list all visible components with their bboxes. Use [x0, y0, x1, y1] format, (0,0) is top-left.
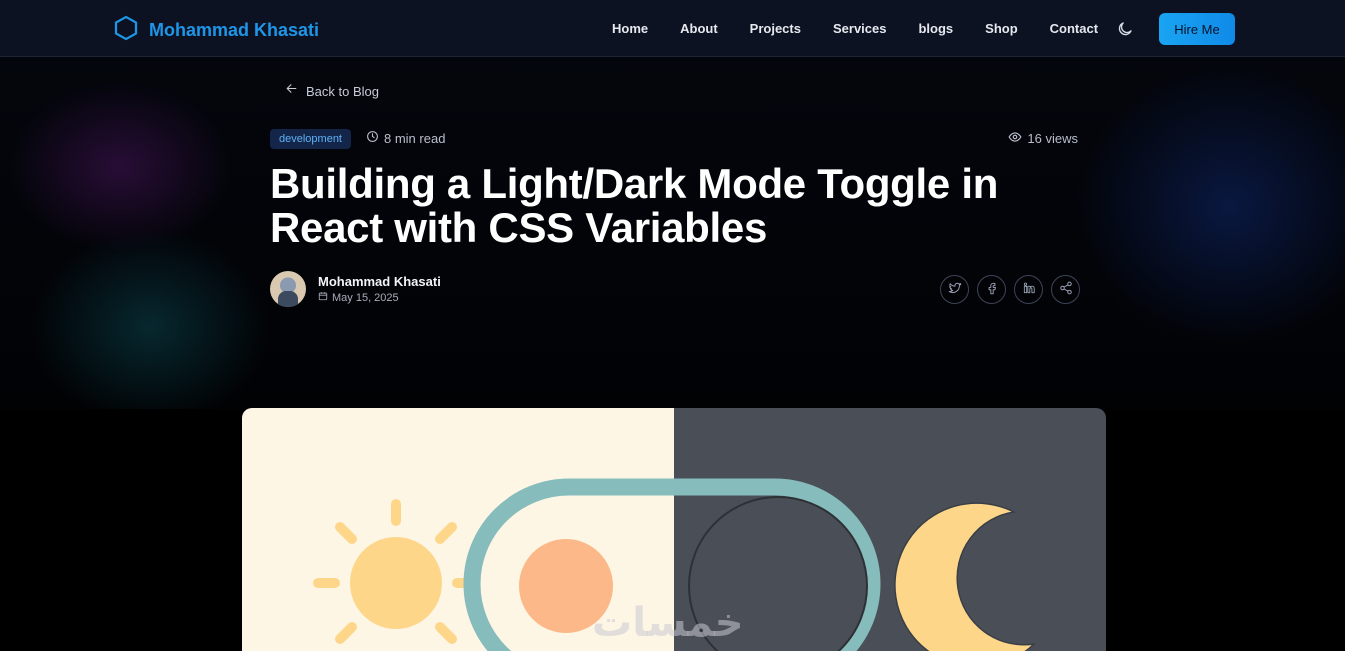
clock-icon	[366, 130, 379, 146]
arrow-left-icon	[285, 82, 298, 100]
view-count-label: 16 views	[1027, 131, 1078, 146]
read-time: 8 min read	[366, 130, 445, 146]
back-to-blog-link[interactable]: Back to Blog	[285, 82, 379, 100]
brand-logo-link[interactable]: Mohammad Khasati	[113, 15, 319, 46]
view-count: 16 views	[1008, 130, 1078, 147]
nav-shop[interactable]: Shop	[985, 21, 1018, 36]
post-meta: development 8 min read 16 views	[270, 129, 1078, 149]
watermark-text: خمسات	[592, 600, 744, 646]
linkedin-icon	[1022, 281, 1036, 298]
nav-about[interactable]: About	[680, 21, 718, 36]
eye-icon	[1008, 130, 1022, 147]
nav-contact[interactable]: Contact	[1050, 21, 1098, 36]
publish-date-label: May 15, 2025	[332, 291, 399, 304]
hire-me-button[interactable]: Hire Me	[1159, 13, 1235, 45]
post-title: Building a Light/Dark Mode Toggle in Rea…	[270, 160, 999, 251]
category-tag[interactable]: development	[270, 129, 351, 149]
main-nav: Home About Projects Services blogs Shop …	[600, 0, 1130, 57]
author-avatar	[270, 271, 306, 307]
moon-icon[interactable]	[1116, 20, 1134, 38]
facebook-icon	[985, 281, 999, 298]
twitter-icon	[948, 281, 962, 298]
share-generic-button[interactable]	[1051, 275, 1080, 304]
share-facebook-button[interactable]	[977, 275, 1006, 304]
calendar-icon	[318, 291, 328, 304]
publish-date: May 15, 2025	[318, 291, 441, 304]
share-icon	[1059, 281, 1073, 298]
nav-services[interactable]: Services	[833, 21, 887, 36]
back-to-blog-label: Back to Blog	[306, 83, 379, 99]
nav-projects[interactable]: Projects	[750, 21, 801, 36]
share-linkedin-button[interactable]	[1014, 275, 1043, 304]
read-time-label: 8 min read	[384, 130, 446, 146]
nav-home[interactable]: Home	[612, 21, 648, 36]
brand-name: Mohammad Khasati	[149, 20, 320, 40]
share-buttons	[940, 275, 1080, 304]
navbar: Mohammad Khasati Home About Projects Ser…	[0, 0, 1345, 57]
nav-blogs[interactable]: blogs	[918, 21, 953, 36]
share-twitter-button[interactable]	[940, 275, 969, 304]
author-name: Mohammad Khasati	[318, 274, 441, 289]
hexagon-icon	[113, 15, 139, 46]
author-block: Mohammad Khasati May 15, 2025	[270, 271, 441, 307]
